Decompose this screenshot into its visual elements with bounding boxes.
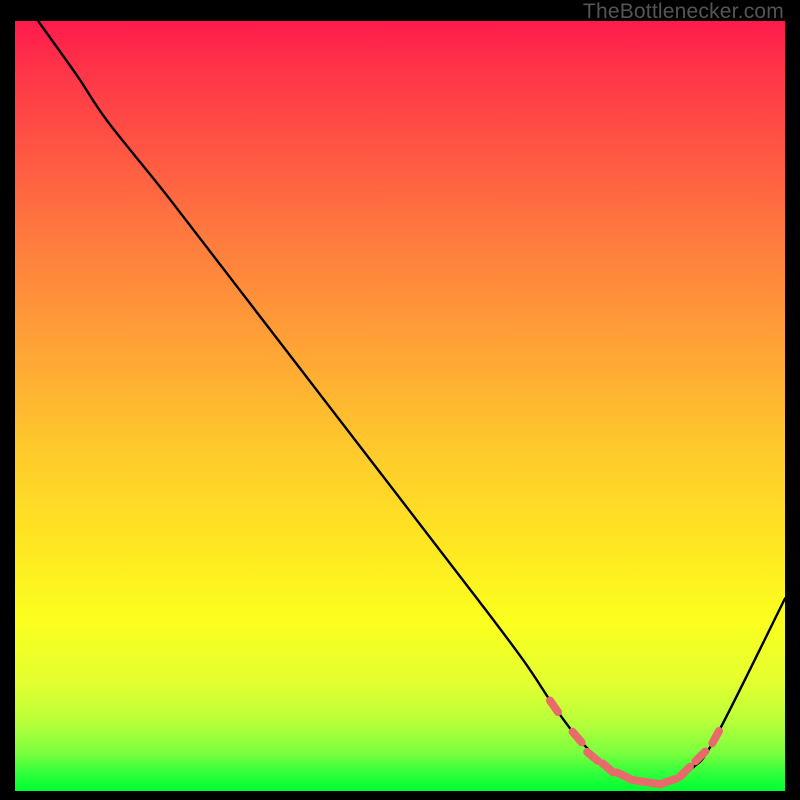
- chart-frame: TheBottlenecker.com: [0, 0, 800, 800]
- plot-area: [15, 21, 785, 791]
- optimal-range-markers: [544, 695, 724, 789]
- bottleneck-curve: [38, 21, 785, 785]
- optimal-marker: [690, 746, 711, 767]
- optimal-marker: [544, 695, 563, 718]
- curve-layer: [15, 21, 785, 791]
- optimal-marker: [674, 761, 695, 782]
- optimal-marker: [567, 726, 587, 748]
- optimal-marker: [707, 726, 725, 749]
